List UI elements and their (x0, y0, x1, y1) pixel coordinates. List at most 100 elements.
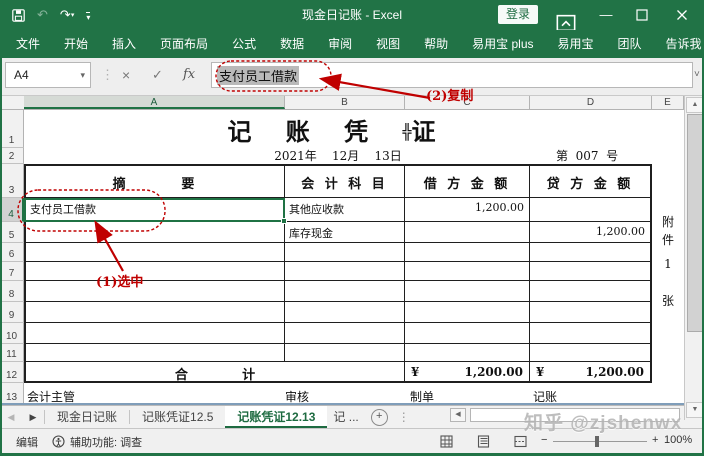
menu-tab-yiyongbao-plus[interactable]: 易用宝 plus (460, 30, 545, 58)
cell-d11[interactable] (530, 344, 650, 362)
column-header-b[interactable]: B (285, 96, 405, 109)
voucher-total-debit[interactable]: ¥ 1,200.00 (405, 362, 530, 381)
cell-b9[interactable] (285, 302, 405, 323)
cell-d9[interactable] (530, 302, 650, 323)
voucher-header-summary[interactable]: 摘 要 (26, 166, 285, 198)
menu-tab-review[interactable]: 审阅 (316, 30, 364, 58)
menu-tab-tell-me[interactable]: 告诉我 (664, 30, 704, 58)
view-page-layout-icon[interactable] (477, 435, 490, 448)
menu-tab-team[interactable]: 团队 (606, 30, 654, 58)
sheet-tab-partial[interactable]: 记 ... (327, 406, 364, 428)
cell-a8[interactable] (26, 281, 285, 302)
maximize-button[interactable] (636, 9, 648, 21)
menu-tab-yiyongbao[interactable]: 易用宝 (546, 30, 606, 58)
cell-c5[interactable] (405, 222, 530, 243)
row-header-12[interactable]: 12 (0, 362, 24, 383)
view-page-break-icon[interactable] (514, 435, 527, 448)
attachment-unit[interactable]: 张 (652, 292, 684, 309)
sheet-tab-voucher-12-5[interactable]: 记账凭证12.5 (130, 406, 225, 428)
row-header-2[interactable]: 2 (0, 148, 24, 164)
cell-d5-credit[interactable]: 1,200.00 (530, 222, 650, 243)
menu-tab-home[interactable]: 开始 (52, 30, 100, 58)
cell-c10[interactable] (405, 323, 530, 344)
menu-tab-view[interactable]: 视图 (364, 30, 412, 58)
cell-d7[interactable] (530, 262, 650, 281)
tabbar-more-icon[interactable]: ⋮ (398, 406, 410, 428)
close-button[interactable] (676, 9, 688, 21)
voucher-header-debit[interactable]: 借 方 金 额 (405, 166, 530, 198)
menu-tab-page-layout[interactable]: 页面布局 (148, 30, 220, 58)
row-header-10[interactable]: 10 (0, 323, 24, 344)
cell-c9[interactable] (405, 302, 530, 323)
sheet-tab-voucher-12-13[interactable]: 记账凭证12.13 (225, 406, 327, 428)
voucher-title[interactable]: 记 账 凭 ╬证 (24, 112, 652, 147)
sheet-nav-left-icon[interactable]: ◀ (0, 406, 22, 428)
row-header-7[interactable]: 7 (0, 262, 24, 281)
accessibility-label[interactable]: 辅助功能: 调查 (70, 434, 142, 450)
row-header-3[interactable]: 3 (0, 164, 24, 198)
row-header-6[interactable]: 6 (0, 243, 24, 262)
zoom-slider-thumb[interactable] (595, 436, 599, 447)
cell-a9[interactable] (26, 302, 285, 323)
column-header-e[interactable]: E (652, 96, 684, 109)
cell-d8[interactable] (530, 281, 650, 302)
row-header-9[interactable]: 9 (0, 302, 24, 323)
menu-tab-formulas[interactable]: 公式 (220, 30, 268, 58)
cancel-icon[interactable]: × (122, 62, 130, 88)
row-header-4[interactable]: 4 (0, 198, 24, 222)
enter-icon[interactable]: ✓ (152, 62, 163, 88)
view-normal-icon[interactable] (440, 435, 453, 448)
cell-c11[interactable] (405, 344, 530, 362)
cell-a6[interactable] (26, 243, 285, 262)
voucher-header-account[interactable]: 会 计 科 目 (285, 166, 405, 198)
zoom-out-icon[interactable]: − (541, 434, 547, 446)
login-button[interactable]: 登录 (498, 5, 538, 24)
menu-tab-file[interactable]: 文件 (4, 30, 52, 58)
voucher-total-credit[interactable]: ¥ 1,200.00 (530, 362, 650, 381)
fx-icon[interactable]: fx (183, 62, 195, 88)
zoom-level[interactable]: 100% (664, 434, 692, 446)
zoom-slider[interactable] (553, 441, 647, 442)
add-sheet-button[interactable]: + (371, 409, 388, 426)
cell-a10[interactable] (26, 323, 285, 344)
column-header-d[interactable]: D (530, 96, 652, 109)
accessibility-icon[interactable] (52, 435, 65, 448)
cell-c7[interactable] (405, 262, 530, 281)
minimize-button[interactable]: — (596, 0, 616, 30)
cell-c4-debit[interactable]: 1,200.00 (405, 198, 530, 222)
cell-b4-account[interactable]: 其他应收款 (285, 198, 405, 222)
voucher-header-credit[interactable]: 贷 方 金 额 (530, 166, 650, 198)
formula-expand-icon[interactable]: ˅ (694, 62, 700, 88)
menu-tab-insert[interactable]: 插入 (100, 30, 148, 58)
row-header-8[interactable]: 8 (0, 281, 24, 302)
row-header-5[interactable]: 5 (0, 222, 24, 243)
cell-d6[interactable] (530, 243, 650, 262)
hscroll-left-icon[interactable]: ◀ (450, 408, 466, 422)
vertical-scrollbar[interactable]: ▲ ▼ (684, 96, 704, 420)
menu-tab-help[interactable]: 帮助 (412, 30, 460, 58)
menu-tab-data[interactable]: 数据 (268, 30, 316, 58)
row-header-13[interactable]: 13 (0, 383, 24, 405)
voucher-total-label[interactable]: 合 计 (26, 362, 405, 381)
cell-d4[interactable] (530, 198, 650, 222)
cell-b11[interactable] (285, 344, 405, 362)
sheet-tab-cash-journal[interactable]: 现金日记账 (45, 406, 129, 428)
vertical-scroll-thumb[interactable] (687, 114, 703, 332)
row-header-1[interactable]: 1 (0, 110, 24, 148)
cell-c6[interactable] (405, 243, 530, 262)
cell-a5[interactable] (26, 222, 285, 243)
cell-c8[interactable] (405, 281, 530, 302)
horizontal-scroll-track[interactable] (470, 408, 680, 422)
attachment-label[interactable]: 件 (652, 231, 684, 248)
fill-handle[interactable] (281, 218, 287, 224)
cell-a11[interactable] (26, 344, 285, 362)
name-box-dropdown-icon[interactable]: ▾ (80, 63, 85, 87)
cell-a7[interactable] (26, 262, 285, 281)
row-header-11[interactable]: 11 (0, 344, 24, 362)
cell-b7[interactable] (285, 262, 405, 281)
attachment-count[interactable]: 1 (652, 257, 684, 271)
sheet-nav-right-icon[interactable]: ▶ (22, 406, 44, 428)
cell-b10[interactable] (285, 323, 405, 344)
attachment-label[interactable]: 附 (652, 213, 684, 230)
cell-b6[interactable] (285, 243, 405, 262)
